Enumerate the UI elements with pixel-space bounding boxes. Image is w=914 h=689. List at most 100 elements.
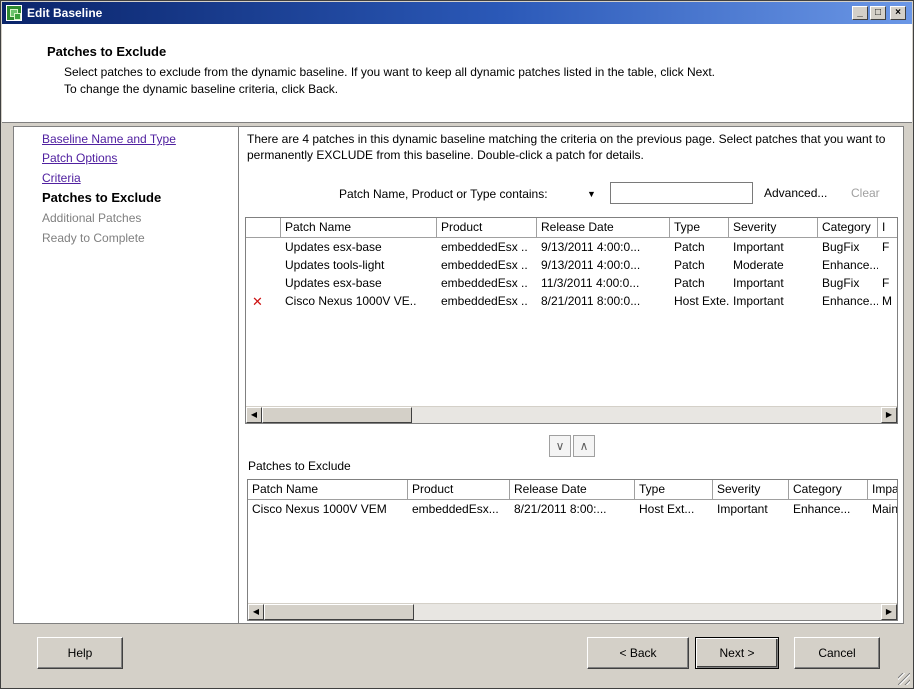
- cell-release-date: 11/3/2011 4:00:0...: [541, 276, 640, 290]
- cell-patch-name: Updates esx-base: [285, 276, 382, 290]
- column-header-patch-name[interactable]: Patch Name: [281, 218, 437, 238]
- filter-dropdown-arrow-icon[interactable]: ▼: [587, 189, 596, 199]
- cell-type: Patch: [674, 258, 705, 272]
- scroll-left-icon[interactable]: ◀: [248, 604, 264, 620]
- scroll-thumb[interactable]: [262, 407, 412, 423]
- page-title: Patches to Exclude: [47, 44, 167, 59]
- resize-grip-icon[interactable]: [898, 673, 910, 685]
- exclude-table-horizontal-scrollbar[interactable]: ◀ ▶: [248, 603, 897, 620]
- column-header-severity[interactable]: Severity: [729, 218, 818, 238]
- table-row[interactable]: ✕ Cisco Nexus 1000V VE.. embeddedEsx .. …: [246, 293, 897, 310]
- patches-to-exclude-label: Patches to Exclude: [248, 459, 351, 473]
- exclude-table[interactable]: Patch Name Product Release Date Type Sev…: [247, 479, 898, 621]
- main-panel: There are 4 patches in this dynamic base…: [239, 126, 904, 624]
- nav-step-baseline-name-and-type[interactable]: Baseline Name and Type: [42, 132, 176, 146]
- cell-category: BugFix: [822, 276, 860, 290]
- column-header-patch-name[interactable]: Patch Name: [248, 480, 408, 500]
- excluded-mark-icon: ✕: [252, 294, 263, 309]
- table-row[interactable]: Updates tools-light embeddedEsx .. 9/13/…: [246, 257, 897, 274]
- move-down-button[interactable]: ∨: [549, 435, 571, 457]
- advanced-link[interactable]: Advanced...: [764, 186, 827, 200]
- cell-severity: Important: [733, 276, 784, 290]
- scroll-right-icon[interactable]: ▶: [881, 407, 897, 423]
- column-header-impact[interactable]: I: [878, 218, 897, 238]
- cell-category: BugFix: [822, 240, 860, 254]
- table-row[interactable]: Cisco Nexus 1000V VEM embeddedEsx... 8/2…: [248, 501, 897, 518]
- cell-patch-name: Cisco Nexus 1000V VEM: [252, 502, 387, 516]
- cell-patch-name: Updates esx-base: [285, 240, 382, 254]
- column-header-product[interactable]: Product: [437, 218, 537, 238]
- scroll-right-icon[interactable]: ▶: [881, 604, 897, 620]
- wizard-steps-nav: Baseline Name and Type Patch Options Cri…: [13, 126, 239, 624]
- patches-table-horizontal-scrollbar[interactable]: ◀ ▶: [246, 406, 897, 423]
- cell-product: embeddedEsx ..: [441, 240, 528, 254]
- filter-label: Patch Name, Product or Type contains:: [339, 187, 548, 201]
- column-header-type[interactable]: Type: [670, 218, 729, 238]
- table-row[interactable]: Updates esx-base embeddedEsx .. 11/3/201…: [246, 275, 897, 292]
- cell-patch-name: Cisco Nexus 1000V VE..: [285, 294, 417, 308]
- cell-type: Patch: [674, 240, 705, 254]
- cell-release-date: 9/13/2011 4:00:0...: [541, 258, 641, 272]
- cell-category: Enhance...: [822, 294, 878, 308]
- cell-category: Enhance...: [822, 258, 878, 272]
- cancel-button[interactable]: Cancel: [794, 637, 880, 669]
- help-button[interactable]: Help: [37, 637, 123, 669]
- patches-table-header: Patch Name Product Release Date Type Sev…: [246, 218, 897, 238]
- cell-product: embeddedEsx ..: [441, 294, 528, 308]
- page-description-line2: To change the dynamic baseline criteria,…: [64, 82, 339, 96]
- cell-severity: Moderate: [733, 258, 784, 272]
- exclude-table-header: Patch Name Product Release Date Type Sev…: [248, 480, 897, 500]
- nav-step-patch-options[interactable]: Patch Options: [42, 151, 117, 165]
- cell-release-date: 8/21/2011 8:00:...: [514, 502, 607, 516]
- column-header-category[interactable]: Category: [789, 480, 868, 500]
- cell-impact: F: [882, 276, 890, 290]
- column-header-impact[interactable]: Impac: [868, 480, 897, 500]
- wizard-header: Patches to Exclude Select patches to exc…: [2, 24, 912, 123]
- cell-impact: M: [882, 294, 892, 308]
- next-button[interactable]: Next >: [695, 637, 779, 669]
- column-header-mark[interactable]: [246, 218, 281, 238]
- window-title: Edit Baseline: [27, 6, 103, 20]
- filter-input[interactable]: [610, 182, 753, 204]
- clear-link: Clear: [851, 186, 880, 200]
- nav-step-criteria[interactable]: Criteria: [42, 171, 81, 185]
- column-header-category[interactable]: Category: [818, 218, 878, 238]
- cell-impact: F: [882, 240, 890, 254]
- vsphere-app-icon: [6, 5, 22, 21]
- cell-release-date: 9/13/2011 4:00:0...: [541, 240, 641, 254]
- column-header-release-date[interactable]: Release Date: [510, 480, 635, 500]
- page-description-line1: Select patches to exclude from the dynam…: [64, 65, 716, 79]
- back-button[interactable]: < Back: [587, 637, 689, 669]
- maximize-button[interactable]: □: [870, 6, 886, 20]
- column-header-release-date[interactable]: Release Date: [537, 218, 670, 238]
- column-header-product[interactable]: Product: [408, 480, 510, 500]
- title-bar[interactable]: Edit Baseline _ □ ×: [2, 2, 912, 24]
- close-button[interactable]: ×: [890, 6, 906, 20]
- cell-patch-name: Updates tools-light: [285, 258, 385, 272]
- column-header-severity[interactable]: Severity: [713, 480, 789, 500]
- intro-text: There are 4 patches in this dynamic base…: [247, 132, 886, 162]
- edit-baseline-window: Edit Baseline _ □ × Patches to Exclude S…: [0, 0, 914, 689]
- table-row[interactable]: Updates esx-base embeddedEsx .. 9/13/201…: [246, 239, 897, 256]
- move-up-button[interactable]: ∧: [573, 435, 595, 457]
- minimize-button[interactable]: _: [852, 6, 868, 20]
- cell-severity: Important: [733, 240, 784, 254]
- cell-product: embeddedEsx ..: [441, 276, 528, 290]
- scroll-left-icon[interactable]: ◀: [246, 407, 262, 423]
- patches-table[interactable]: Patch Name Product Release Date Type Sev…: [245, 217, 898, 424]
- cell-release-date: 8/21/2011 8:00:0...: [541, 294, 641, 308]
- cell-product: embeddedEsx...: [412, 502, 499, 516]
- cell-type: Host Ext...: [639, 502, 695, 516]
- cell-type: Patch: [674, 276, 705, 290]
- column-header-type[interactable]: Type: [635, 480, 713, 500]
- cell-severity: Important: [733, 294, 784, 308]
- cell-impact: Maint: [872, 502, 898, 516]
- cell-severity: Important: [717, 502, 768, 516]
- cell-product: embeddedEsx ..: [441, 258, 528, 272]
- nav-step-patches-to-exclude: Patches to Exclude: [42, 190, 162, 205]
- scroll-thumb[interactable]: [264, 604, 414, 620]
- cell-type: Host Exte..: [674, 294, 729, 308]
- cell-category: Enhance...: [793, 502, 851, 516]
- nav-step-ready-to-complete: Ready to Complete: [42, 231, 145, 245]
- nav-step-additional-patches: Additional Patches: [42, 211, 142, 225]
